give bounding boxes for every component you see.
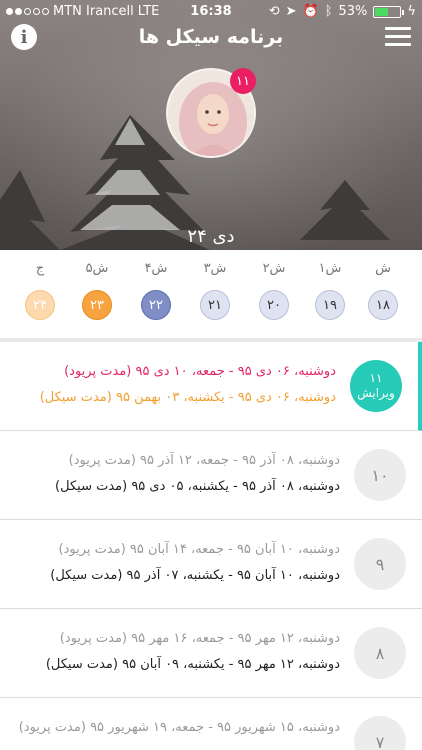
week-day-6[interactable]: ج ۲۴ [15,250,65,320]
weekday-label: ج [35,261,45,276]
cycle-range: دوشنبه، ۰۸ آذر ۹۵ - یکشنبه، ۰۵ دی ۹۵ (مد… [55,479,340,494]
battery-percent: 53% [338,4,368,19]
edit-cycle-button[interactable]: ۱۱ ویرایش [350,360,402,412]
weekday-label: ۲ش [262,261,286,276]
cycle-row[interactable]: ۱۰ دوشنبه، ۰۸ آذر ۹۵ - جمعه، ۱۲ آذر ۹۵ (م… [0,431,422,520]
cycle-list: ۱۱ ویرایش دوشنبه، ۰۶ دی ۹۵ - جمعه، ۱۰ دی ۹… [0,342,422,750]
weekday-label: ۴ش [144,261,168,276]
period-range: دوشنبه، ۰۶ دی ۹۵ - جمعه، ۱۰ دی ۹۵ (مدت پ… [64,364,336,379]
alarm-icon: ⏰ [302,4,319,19]
bluetooth-icon: ᛒ [324,4,333,19]
cycle-count-badge: ۱۱ [230,68,256,94]
cycle-number[interactable]: ۱۰ [354,449,406,501]
weekday-label: ش [375,261,391,276]
cycle-range: دوشنبه، ۰۶ دی ۹۵ - یکشنبه، ۰۳ بهمن ۹۵ (م… [39,390,336,405]
cycle-number-label: ۱۱ [369,371,383,385]
charging-icon: ϟ [407,4,416,19]
week-day-2[interactable]: ۲ش ۲۰ [249,250,299,320]
day-number-circle[interactable]: ۱۸ [368,290,398,320]
week-day-0[interactable]: ش ۱۸ [358,250,408,320]
header-banner: MTN Irancell LTE 16:38 ⟲ ➤ ⏰ ᛒ 53% ϟ i ب… [0,0,422,250]
day-number-circle[interactable]: ۲۴ [25,290,55,320]
current-date: ۲۴ دی [187,226,235,247]
cycle-number-label: ۷ [375,732,385,750]
day-number-circle[interactable]: ۲۲ [141,290,171,320]
period-range: دوشنبه، ۱۲ مهر ۹۵ - جمعه، ۱۶ مهر ۹۵ (مدت… [59,631,340,646]
status-bar: MTN Irancell LTE 16:38 ⟲ ➤ ⏰ ᛒ 53% ϟ [0,0,422,24]
day-number-circle[interactable]: ۲۳ [82,290,112,320]
period-range: دوشنبه، ۱۰ آبان ۹۵ - جمعه، ۱۴ آبان ۹۵ (م… [58,542,340,557]
weekday-label: ۳ش [203,261,227,276]
hamburger-menu-icon[interactable] [385,27,411,47]
cycle-number[interactable]: ۹ [354,538,406,590]
page-title: برنامه سیکل ها [138,26,284,48]
period-range: دوشنبه، ۰۸ آذر ۹۵ - جمعه، ۱۲ آذر ۹۵ (مدت… [68,453,340,468]
week-day-3[interactable]: ۳ش ۲۱ [190,250,240,320]
week-strip: ش ۱۸ ۱ش ۱۹ ۲ش ۲۰ ۳ش ۲۱ ۴ش ۲۲ ۵ش ۲۳ ج ۲۴ [0,250,422,336]
cycle-number[interactable]: ۸ [354,627,406,679]
lock-rotation-icon: ⟲ [268,4,280,19]
week-day-1[interactable]: ۱ش ۱۹ [305,250,355,320]
cycle-number-label: ۹ [375,554,385,574]
cycle-number[interactable]: ۷ [354,716,406,750]
battery-icon [373,5,405,18]
location-icon: ➤ [285,4,297,19]
day-number-circle[interactable]: ۲۱ [200,290,230,320]
cycle-row[interactable]: ۹ دوشنبه، ۱۰ آبان ۹۵ - جمعه، ۱۴ آبان ۹۵ (… [0,520,422,609]
cycle-range: دوشنبه، ۱۰ آبان ۹۵ - یکشنبه، ۰۷ آذر ۹۵ (… [50,568,340,583]
period-range: دوشنبه، ۱۵ شهریور ۹۵ - جمعه، ۱۹ شهریور ۹… [18,720,340,735]
cycle-number-label: ۸ [375,643,385,663]
day-number-circle[interactable]: ۲۰ [259,290,289,320]
week-day-4[interactable]: ۴ش ۲۲ [131,250,181,320]
edit-label: ویرایش [357,386,395,400]
cycle-row[interactable]: ۱۱ ویرایش دوشنبه، ۰۶ دی ۹۵ - جمعه، ۱۰ دی ۹… [0,342,422,431]
weekday-label: ۱ش [318,261,342,276]
cycle-number-label: ۱۰ [371,465,389,485]
status-icons: ⟲ ➤ ⏰ ᛒ 53% ϟ [269,4,416,19]
weekday-label: ۵ش [85,261,109,276]
cycle-row[interactable]: ۷ دوشنبه، ۱۵ شهریور ۹۵ - جمعه، ۱۹ شهریور … [0,698,422,750]
week-day-5[interactable]: ۵ش ۲۳ [72,250,122,320]
navigation-bar: i برنامه سیکل ها [0,24,422,54]
day-number-circle[interactable]: ۱۹ [315,290,345,320]
cycle-range: دوشنبه، ۱۲ مهر ۹۵ - یکشنبه، ۰۹ آبان ۹۵ (… [45,657,340,672]
cycle-row[interactable]: ۸ دوشنبه، ۱۲ مهر ۹۵ - جمعه، ۱۶ مهر ۹۵ (مد… [0,609,422,698]
